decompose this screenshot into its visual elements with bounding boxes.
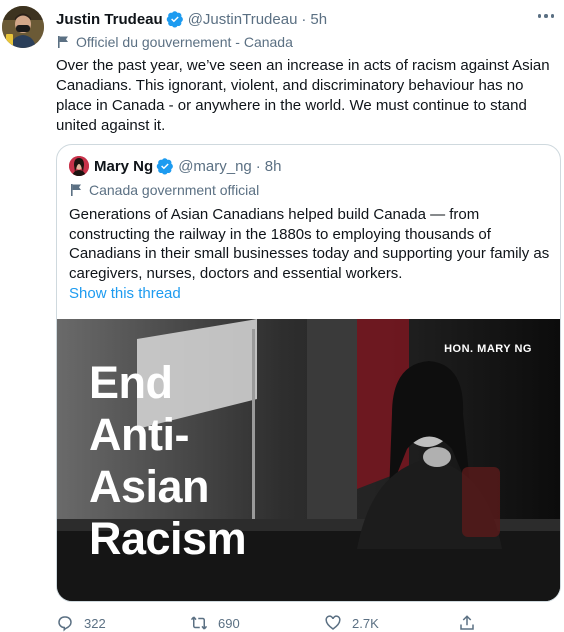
reply-icon <box>58 616 72 632</box>
quoted-tweet-header: Mary Ng @mary_ng · 8h <box>69 155 281 177</box>
author-name[interactable]: Justin Trudeau <box>56 11 163 28</box>
more-options-icon[interactable] <box>536 9 556 23</box>
heart-icon <box>325 615 341 630</box>
headline-line: End <box>89 357 173 408</box>
quoted-tweet[interactable]: Mary Ng @mary_ng · 8h Canada government … <box>56 144 561 602</box>
quoted-tweet-text: Generations of Asian Canadians helped bu… <box>69 206 550 282</box>
image-headline: End Anti- Asian Racism <box>89 357 247 565</box>
quoted-author-handle: @mary_ng <box>178 157 252 175</box>
headline-line: Racism <box>89 513 247 564</box>
image-caption: HON. MARY NG <box>444 343 532 355</box>
tweet-header: Justin Trudeau @JustinTrudeau · 5h <box>56 8 327 30</box>
retweet-icon <box>190 616 208 630</box>
flag-icon <box>58 36 68 48</box>
author-avatar[interactable] <box>2 6 44 48</box>
separator-dot: · <box>301 10 307 28</box>
headline-line: Asian <box>89 461 210 512</box>
flag-icon <box>71 184 81 196</box>
share-icon <box>460 615 474 630</box>
tweet-text: Over the past year, we’ve seen an increa… <box>56 57 550 134</box>
quoted-author-avatar <box>69 156 89 176</box>
like-count: 2.7K <box>352 615 379 631</box>
separator-dot: · <box>255 157 261 175</box>
like-button[interactable]: 2.7K <box>324 614 379 632</box>
verified-badge-icon <box>156 158 174 175</box>
government-label-text: Officiel du gouvernement - Canada <box>76 34 293 50</box>
quoted-tweet-timestamp: 8h <box>264 157 282 175</box>
quoted-government-label-text: Canada government official <box>89 182 260 198</box>
quoted-tweet-image[interactable]: HON. MARY NG End Anti- Asian Racism <box>57 319 560 601</box>
quoted-government-label[interactable]: Canada government official <box>69 180 259 200</box>
author-handle[interactable]: @JustinTrudeau <box>188 11 298 28</box>
share-button[interactable] <box>458 614 486 632</box>
verified-badge-icon <box>166 11 183 28</box>
show-thread-link[interactable]: Show this thread <box>69 285 181 302</box>
reply-count: 322 <box>84 615 106 631</box>
headline-line: Anti- <box>89 409 189 460</box>
tweet-timestamp[interactable]: 5h <box>310 11 327 28</box>
government-label[interactable]: Officiel du gouvernement - Canada <box>56 32 293 52</box>
retweet-button[interactable]: 690 <box>190 614 240 632</box>
reply-button[interactable]: 322 <box>56 614 106 632</box>
quoted-author-name: Mary Ng <box>94 157 154 175</box>
retweet-count: 690 <box>218 615 240 631</box>
tweet-actions: 322 690 2.7K <box>56 614 476 632</box>
tweet[interactable]: Justin Trudeau @JustinTrudeau · 5h Offic… <box>0 0 564 632</box>
